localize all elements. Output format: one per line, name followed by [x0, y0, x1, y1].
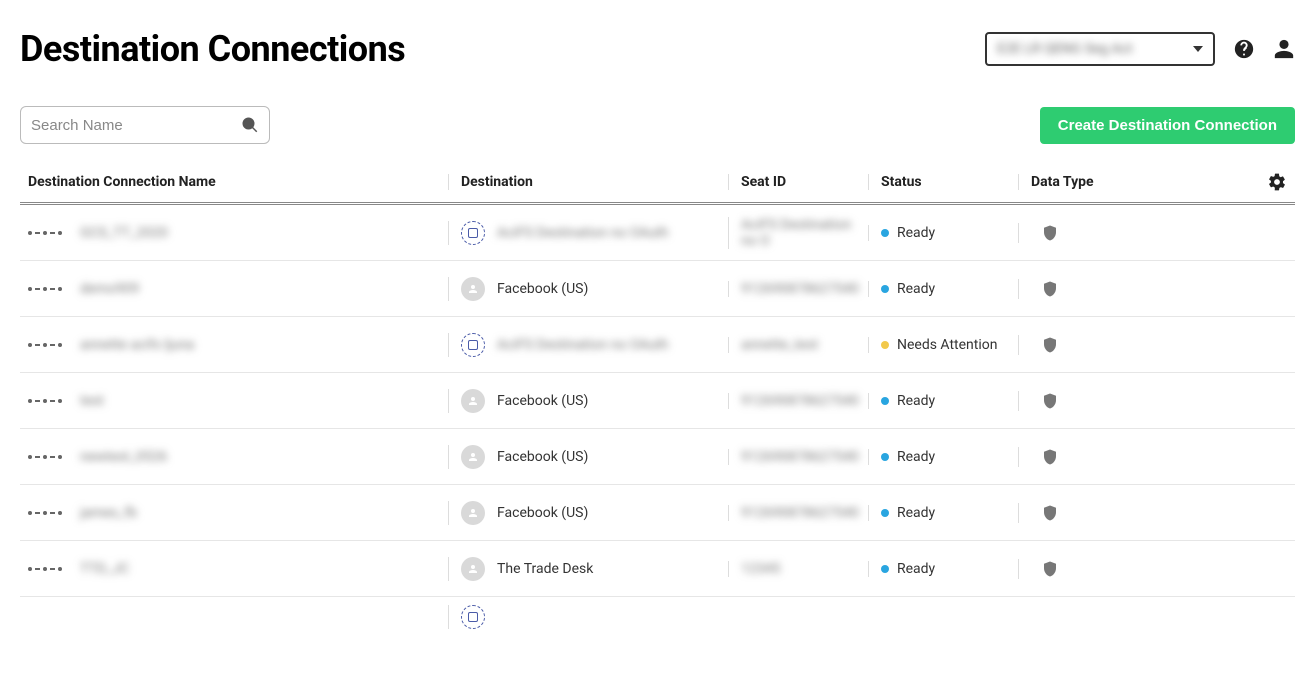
create-destination-connection-button[interactable]: Create Destination Connection: [1040, 107, 1295, 144]
table-row-partial: [20, 597, 1295, 637]
destination-avatar-icon: [461, 333, 485, 357]
connection-icon: [28, 455, 62, 459]
connections-table: Destination Connection Name Destination …: [20, 162, 1295, 637]
shield-icon: [1041, 447, 1059, 467]
destination-label: The Trade Desk: [497, 561, 593, 577]
connection-name: GCS_TT_2020: [80, 225, 168, 241]
status-label: Ready: [897, 561, 935, 577]
destination-avatar-icon: [461, 605, 485, 629]
destination-label: Facebook (US): [497, 449, 588, 465]
account-select[interactable]: E2E LR QENG Seg Act: [985, 32, 1215, 66]
shield-icon: [1041, 279, 1059, 299]
destination-avatar-icon: [461, 557, 485, 581]
table-row[interactable]: newtest_0526 Facebook (US) 912690878627540…: [20, 429, 1295, 485]
column-name[interactable]: Destination Connection Name: [28, 174, 448, 190]
connection-icon: [28, 399, 62, 403]
connection-icon: [28, 231, 62, 235]
destination-label: AciFS Destination no OAuth: [497, 337, 668, 353]
seat-id: AciFS Destination no O: [741, 217, 868, 249]
destination-label: Facebook (US): [497, 281, 588, 297]
person-icon: [1273, 38, 1295, 60]
seat-id: 912690878627540: [741, 505, 859, 521]
destination-avatar-icon: [461, 221, 485, 245]
status-dot-icon: [881, 509, 889, 517]
destination-avatar-icon: [461, 445, 485, 469]
destination-avatar-icon: [461, 277, 485, 301]
account-select-label: E2E LR QENG Seg Act: [997, 41, 1133, 57]
column-destination[interactable]: Destination: [448, 174, 728, 190]
seat-id: 12345: [741, 561, 780, 577]
column-seat[interactable]: Seat ID: [728, 174, 868, 190]
table-row[interactable]: annette acifs ljuna AciFS Destination no …: [20, 317, 1295, 373]
gear-icon: [1267, 172, 1287, 192]
column-data-type[interactable]: Data Type: [1018, 174, 1148, 190]
destination-avatar-icon: [461, 389, 485, 413]
status-label: Ready: [897, 281, 935, 297]
status-dot-icon: [881, 285, 889, 293]
status-label: Ready: [897, 449, 935, 465]
seat-id: 912690878627540: [741, 281, 859, 297]
connection-name: newtest_0526: [80, 449, 167, 465]
chevron-down-icon: [1193, 46, 1203, 52]
shield-icon: [1041, 391, 1059, 411]
connection-icon: [28, 287, 62, 291]
status-label: Needs Attention: [897, 337, 997, 353]
table-row[interactable]: test Facebook (US) 912690878627540 Ready: [20, 373, 1295, 429]
table-header: Destination Connection Name Destination …: [20, 162, 1295, 205]
seat-id: 912690878627540: [741, 393, 859, 409]
connection-icon: [28, 511, 62, 515]
page-title: Destination Connections: [20, 28, 405, 70]
destination-label: Facebook (US): [497, 505, 588, 521]
status-label: Ready: [897, 505, 935, 521]
column-status[interactable]: Status: [868, 174, 1018, 190]
seat-id: 912690878627540: [741, 449, 859, 465]
table-settings-button[interactable]: [1267, 172, 1287, 192]
connection-name: james_fb: [80, 505, 137, 521]
shield-icon: [1041, 503, 1059, 523]
connection-name: demo909: [80, 281, 139, 297]
search-input-wrap[interactable]: [20, 106, 270, 144]
connection-name: test: [80, 393, 104, 409]
shield-icon: [1041, 223, 1059, 243]
table-row[interactable]: GCS_TT_2020 AciFS Destination no OAuth Aci…: [20, 205, 1295, 261]
status-dot-icon: [881, 453, 889, 461]
destination-label: AciFS Destination no OAuth: [497, 225, 668, 241]
search-input[interactable]: [31, 117, 241, 134]
connection-name: annette acifs ljuna: [80, 337, 194, 353]
status-dot-icon: [881, 229, 889, 237]
help-icon: [1233, 38, 1255, 60]
user-menu-button[interactable]: [1273, 38, 1295, 60]
search-icon: [241, 116, 259, 134]
status-dot-icon: [881, 565, 889, 573]
connection-icon: [28, 567, 62, 571]
connection-icon: [28, 343, 62, 347]
destination-avatar-icon: [461, 501, 485, 525]
help-button[interactable]: [1233, 38, 1255, 60]
seat-id: annette_test: [741, 337, 818, 353]
status-label: Ready: [897, 393, 935, 409]
status-dot-icon: [881, 397, 889, 405]
shield-icon: [1041, 335, 1059, 355]
connection-name: TTD_JC: [80, 561, 129, 577]
status-label: Ready: [897, 225, 935, 241]
shield-icon: [1041, 559, 1059, 579]
table-row[interactable]: TTD_JC The Trade Desk 12345 Ready: [20, 541, 1295, 597]
status-dot-icon: [881, 341, 889, 349]
table-row[interactable]: james_fb Facebook (US) 912690878627540 Read…: [20, 485, 1295, 541]
destination-label: Facebook (US): [497, 393, 588, 409]
table-row[interactable]: demo909 Facebook (US) 912690878627540 Ready: [20, 261, 1295, 317]
